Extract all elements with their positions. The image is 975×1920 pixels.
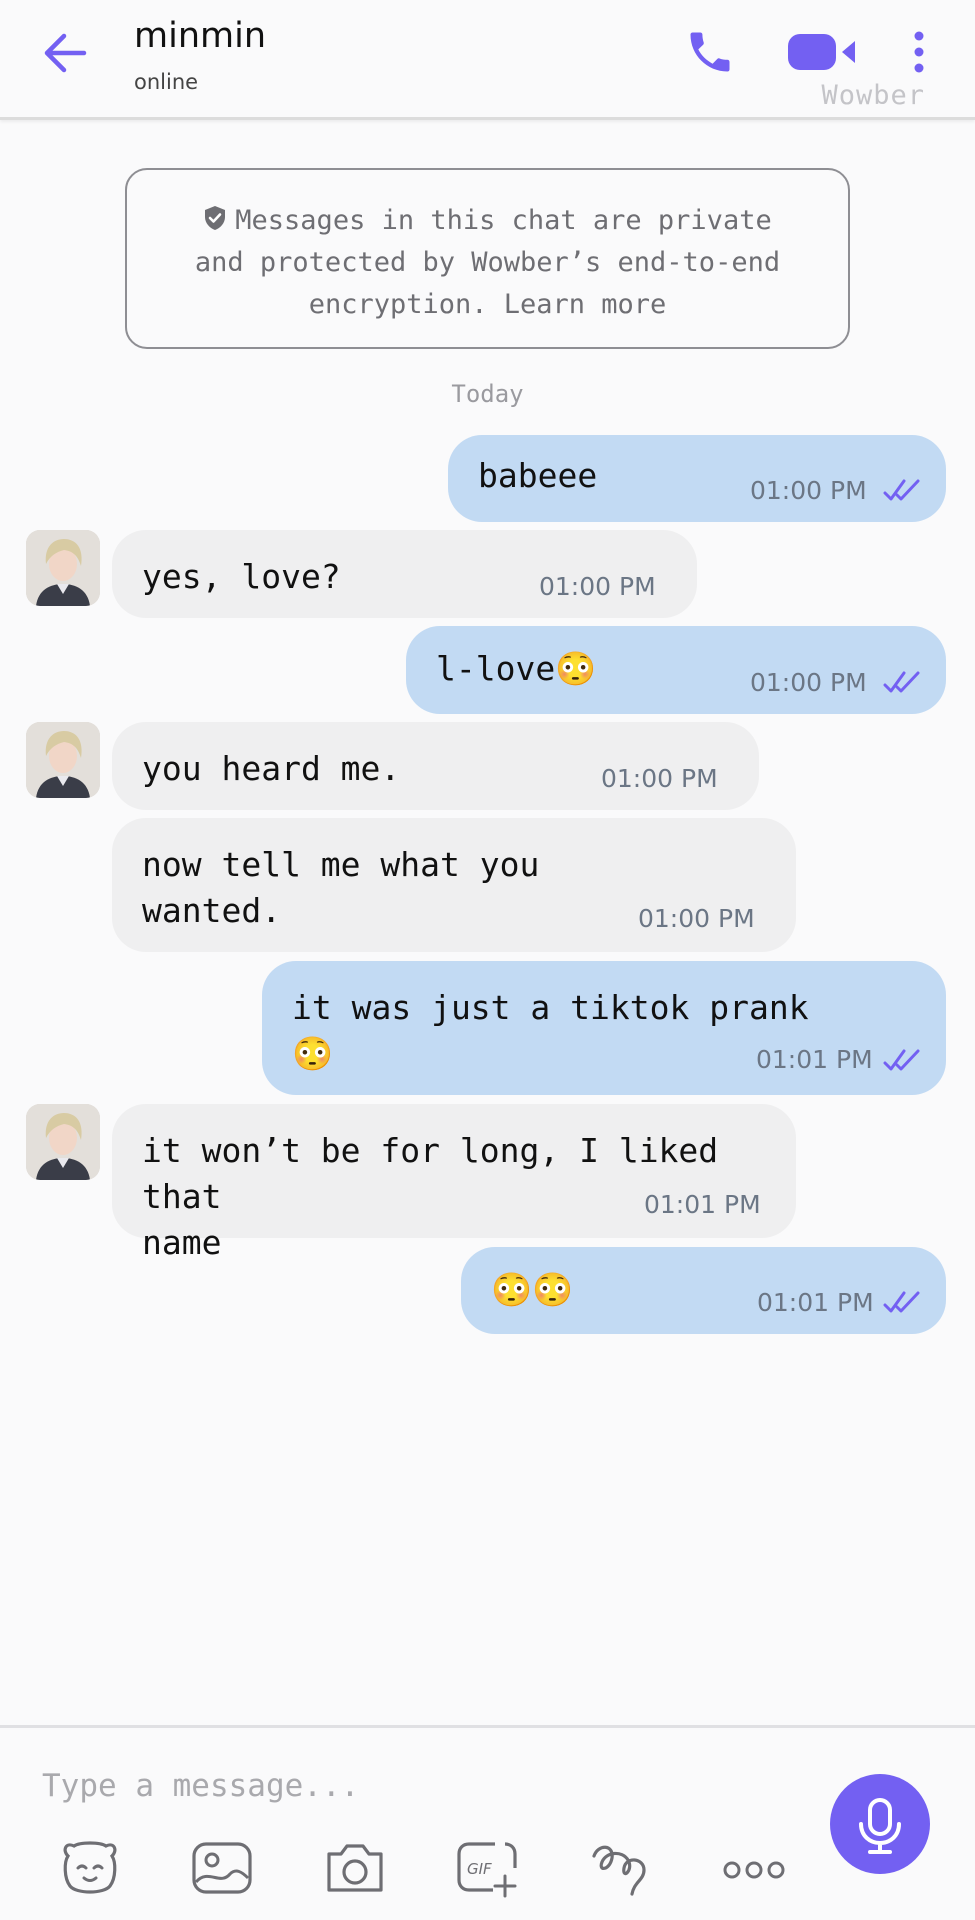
more-options-icon[interactable] xyxy=(722,1838,786,1898)
incoming-message[interactable]: yes, love? 01:00 PM xyxy=(112,530,697,618)
message-time: 01:00 PM xyxy=(750,668,867,697)
outgoing-message[interactable]: 😳😳 01:01 PM xyxy=(461,1247,946,1334)
incoming-message[interactable]: now tell me what you wanted. 01:00 PM xyxy=(112,818,796,952)
contact-name[interactable]: minmin xyxy=(134,16,266,56)
message-time: 01:01 PM xyxy=(757,1288,874,1317)
incoming-message[interactable]: you heard me. 01:00 PM xyxy=(112,722,759,810)
incoming-message[interactable]: it won’t be for long, I liked that name … xyxy=(112,1104,796,1262)
avatar[interactable] xyxy=(26,530,100,606)
read-receipt-icon xyxy=(882,1047,922,1073)
outgoing-message[interactable]: it was just a tiktok prank 😳 01:01 PM xyxy=(262,961,946,1095)
brand-watermark: Wowber xyxy=(821,80,925,111)
message-time: 01:01 PM xyxy=(644,1190,761,1219)
svg-text:GIF: GIF xyxy=(467,1860,492,1878)
phone-call-icon[interactable] xyxy=(684,26,736,78)
read-receipt-icon xyxy=(882,477,922,503)
message-text: it was just a tiktok prank 😳 xyxy=(292,988,809,1073)
camera-icon[interactable] xyxy=(323,1838,387,1898)
gif-icon[interactable]: GIF xyxy=(455,1838,519,1898)
back-arrow-icon[interactable] xyxy=(40,30,90,76)
message-text: now tell me what you wanted. xyxy=(142,845,540,930)
message-time: 01:00 PM xyxy=(539,572,656,601)
encryption-notice[interactable]: Messages in this chat are private and pr… xyxy=(125,168,850,349)
sticker-icon[interactable] xyxy=(58,1838,122,1898)
message-time: 01:00 PM xyxy=(601,764,718,793)
read-receipt-icon xyxy=(882,1289,922,1315)
avatar[interactable] xyxy=(26,722,100,798)
message-text: you heard me. xyxy=(142,749,401,788)
read-receipt-icon xyxy=(882,669,922,695)
contact-status: online xyxy=(134,70,199,94)
outgoing-message[interactable]: l-love😳 01:00 PM xyxy=(406,626,946,714)
message-text: babeee xyxy=(478,456,598,495)
gallery-icon[interactable] xyxy=(190,1838,254,1898)
message-time: 01:01 PM xyxy=(756,1045,873,1074)
chat-header: minmin online Wowber xyxy=(0,0,975,120)
notice-line-3[interactable]: encryption. Learn more xyxy=(127,284,848,326)
message-text: l-love😳 xyxy=(436,649,597,688)
notice-line-1: Messages in this chat are private xyxy=(127,200,848,242)
microphone-icon[interactable] xyxy=(830,1774,930,1874)
message-text: yes, love? xyxy=(142,557,341,596)
day-separator: Today xyxy=(451,380,524,408)
avatar[interactable] xyxy=(26,1104,100,1180)
outgoing-message[interactable]: babeee 01:00 PM xyxy=(448,435,946,522)
message-input[interactable] xyxy=(42,1758,802,1814)
message-time: 01:00 PM xyxy=(638,904,755,933)
video-call-icon[interactable] xyxy=(786,30,858,74)
shield-icon xyxy=(203,202,227,230)
message-time: 01:00 PM xyxy=(750,476,867,505)
notice-line-2: and protected by Wowber’s end-to-end xyxy=(194,247,781,278)
message-text: 😳😳 xyxy=(491,1270,574,1309)
more-vertical-icon[interactable] xyxy=(904,28,934,76)
doodle-icon[interactable] xyxy=(588,1838,652,1898)
composer-bar: GIF xyxy=(0,1725,975,1920)
